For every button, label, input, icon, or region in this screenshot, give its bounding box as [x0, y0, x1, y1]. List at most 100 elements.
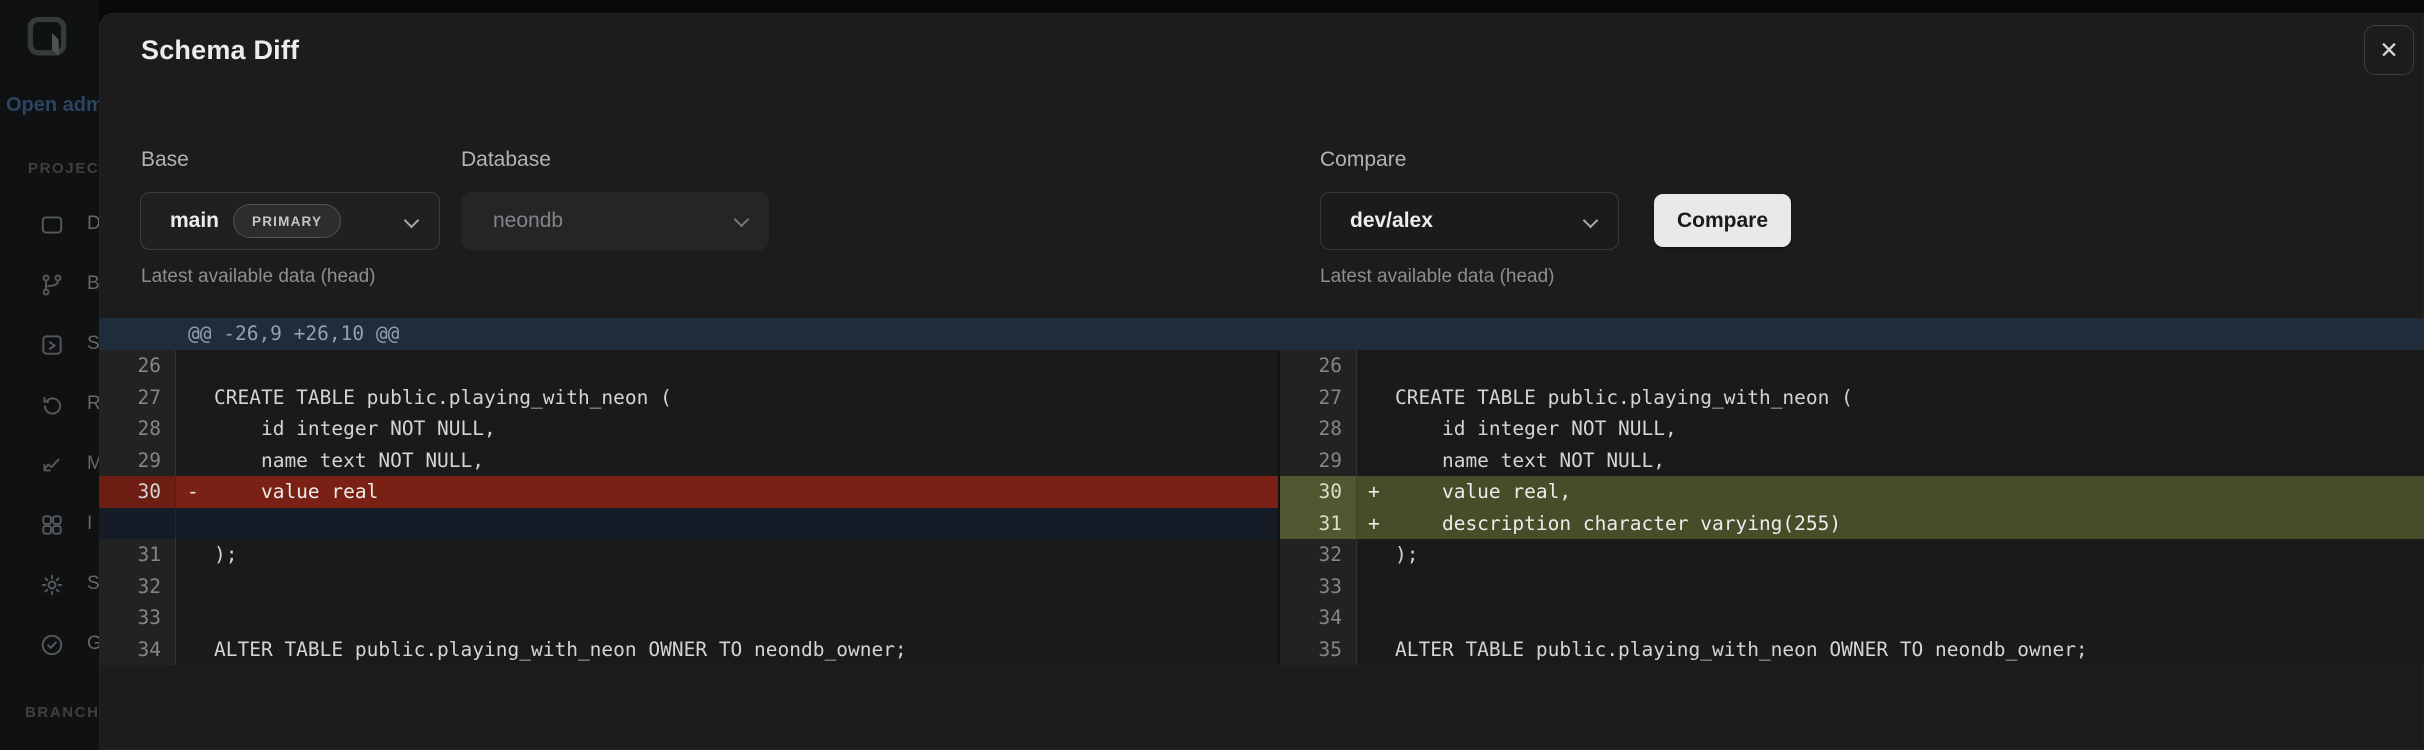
line-number: 26	[1280, 350, 1356, 382]
diff-line: 35 ALTER TABLE public.playing_with_neon O…	[1280, 633, 2424, 665]
diff-line: 27 CREATE TABLE public.playing_with_neon …	[99, 381, 1278, 413]
database-select[interactable]: neondb	[461, 192, 769, 250]
database-label: Database	[461, 148, 551, 171]
monitoring-icon	[43, 458, 60, 472]
close-button[interactable]: ✕	[2364, 25, 2414, 75]
removed-marker-icon: -	[187, 480, 199, 503]
compare-label: Compare	[1320, 148, 1407, 171]
primary-badge: PRIMARY	[233, 204, 342, 238]
compare-button[interactable]: Compare	[1654, 194, 1791, 247]
line-content: + description character varying(255)	[1356, 507, 2424, 539]
line-content	[1356, 570, 2424, 602]
chevron-down-icon	[733, 211, 750, 228]
diff-line: 34 ALTER TABLE public.playing_with_neon O…	[99, 633, 1278, 665]
line-number: 27	[99, 381, 175, 413]
restore-icon	[43, 396, 62, 415]
diff-line: 26	[1280, 350, 2424, 382]
schema-diff-viewer: @@ -26,9 +26,10 @@ 26 27 CREATE TABLE publ…	[99, 318, 2424, 665]
diff-line: 30- value real	[99, 476, 1278, 508]
line-number: 26	[99, 350, 175, 382]
schema-diff-modal: Schema Diff ✕ Base Database Compare main…	[99, 13, 2424, 750]
line-number: 33	[1280, 570, 1356, 602]
line-number: 30	[99, 476, 175, 508]
sidebar-item-label: G	[87, 633, 99, 654]
line-content: + value real,	[1356, 476, 2424, 508]
line-content: CREATE TABLE public.playing_with_neon (	[1356, 381, 2424, 413]
base-label: Base	[141, 148, 189, 171]
line-content	[175, 507, 1278, 539]
diff-line: 28 id integer NOT NULL,	[1280, 413, 2424, 445]
line-number: 34	[99, 633, 175, 665]
line-content: );	[1356, 539, 2424, 571]
diff-line: 29 name text NOT NULL,	[99, 444, 1278, 476]
database-icon	[41, 216, 63, 234]
branch-icon	[42, 274, 62, 296]
line-content	[1356, 602, 2424, 634]
base-branch-select[interactable]: main PRIMARY	[140, 192, 440, 250]
line-number: 32	[1280, 539, 1356, 571]
base-branch-value: main	[170, 209, 220, 232]
line-content: name text NOT NULL,	[175, 444, 1278, 476]
diff-right-pane: 26 27 CREATE TABLE public.playing_with_neo…	[1280, 350, 2424, 665]
sidebar-item-label: I	[87, 513, 93, 534]
hunk-header: @@ -26,9 +26,10 @@	[99, 318, 2424, 350]
open-admin-link[interactable]: Open adm	[6, 94, 99, 117]
line-number: 34	[1280, 602, 1356, 634]
line-number: 28	[99, 413, 175, 445]
sidebar: Open adm PROJECT D B S R M I S G BRANCHES	[0, 0, 99, 750]
diff-line: 33	[99, 602, 1278, 634]
sidebar-item-sql-editor[interactable]: S	[0, 326, 99, 386]
page-title: Schema Diff	[141, 35, 300, 65]
diff-line	[99, 507, 1278, 539]
line-content: id integer NOT NULL,	[1356, 413, 2424, 445]
diff-left-pane: 26 27 CREATE TABLE public.playing_with_neo…	[99, 350, 1278, 665]
line-content: name text NOT NULL,	[1356, 444, 2424, 476]
line-content	[175, 350, 1278, 382]
line-number	[99, 507, 175, 539]
branches-section-label: BRANCHES	[25, 704, 99, 721]
line-number: 29	[99, 444, 175, 476]
line-content	[1356, 350, 2424, 382]
line-number: 29	[1280, 444, 1356, 476]
sidebar-item-guide[interactable]: G	[0, 626, 99, 686]
line-number: 28	[1280, 413, 1356, 445]
diff-line: 28 id integer NOT NULL,	[99, 413, 1278, 445]
line-number: 32	[99, 570, 175, 602]
line-content	[175, 602, 1278, 634]
sidebar-item-restore[interactable]: R	[0, 386, 99, 446]
sidebar-item-database[interactable]: D	[0, 206, 99, 266]
sidebar-item-monitoring[interactable]: M	[0, 446, 99, 506]
diff-line: 33	[1280, 570, 2424, 602]
line-number: 27	[1280, 381, 1356, 413]
sidebar-item-branch[interactable]: B	[0, 266, 99, 326]
line-number: 30	[1280, 476, 1356, 508]
diff-line: 34	[1280, 602, 2424, 634]
sidebar-item-label: R	[87, 393, 99, 414]
line-content: );	[175, 539, 1278, 571]
database-value: neondb	[493, 209, 564, 232]
line-number: 31	[99, 539, 175, 571]
chevron-down-icon	[1582, 212, 1599, 229]
sidebar-item-label: S	[87, 573, 99, 594]
compare-branch-select[interactable]: dev/alex	[1320, 192, 1619, 250]
diff-line: 29 name text NOT NULL,	[1280, 444, 2424, 476]
base-helper-text: Latest available data (head)	[141, 266, 376, 287]
integrations-icon	[42, 515, 62, 535]
line-number: 35	[1280, 633, 1356, 665]
line-content	[175, 570, 1278, 602]
neon-logo-icon[interactable]	[27, 16, 67, 63]
close-icon: ✕	[2379, 37, 2399, 63]
sidebar-item-label: M	[87, 453, 99, 474]
project-section-label: PROJECT	[28, 160, 99, 177]
line-content: ALTER TABLE public.playing_with_neon OWN…	[175, 633, 1278, 665]
line-content: id integer NOT NULL,	[175, 413, 1278, 445]
sidebar-item-integrations[interactable]: I	[0, 506, 99, 566]
sidebar-item-label: S	[87, 333, 99, 354]
sidebar-item-settings[interactable]: S	[0, 566, 99, 626]
line-content: ALTER TABLE public.playing_with_neon OWN…	[1356, 633, 2424, 665]
added-marker-icon: +	[1368, 511, 1380, 535]
diff-line: 32);	[1280, 539, 2424, 571]
diff-line: 27 CREATE TABLE public.playing_with_neon …	[1280, 381, 2424, 413]
sidebar-item-label: B	[87, 273, 99, 294]
diff-line: 31);	[99, 539, 1278, 571]
